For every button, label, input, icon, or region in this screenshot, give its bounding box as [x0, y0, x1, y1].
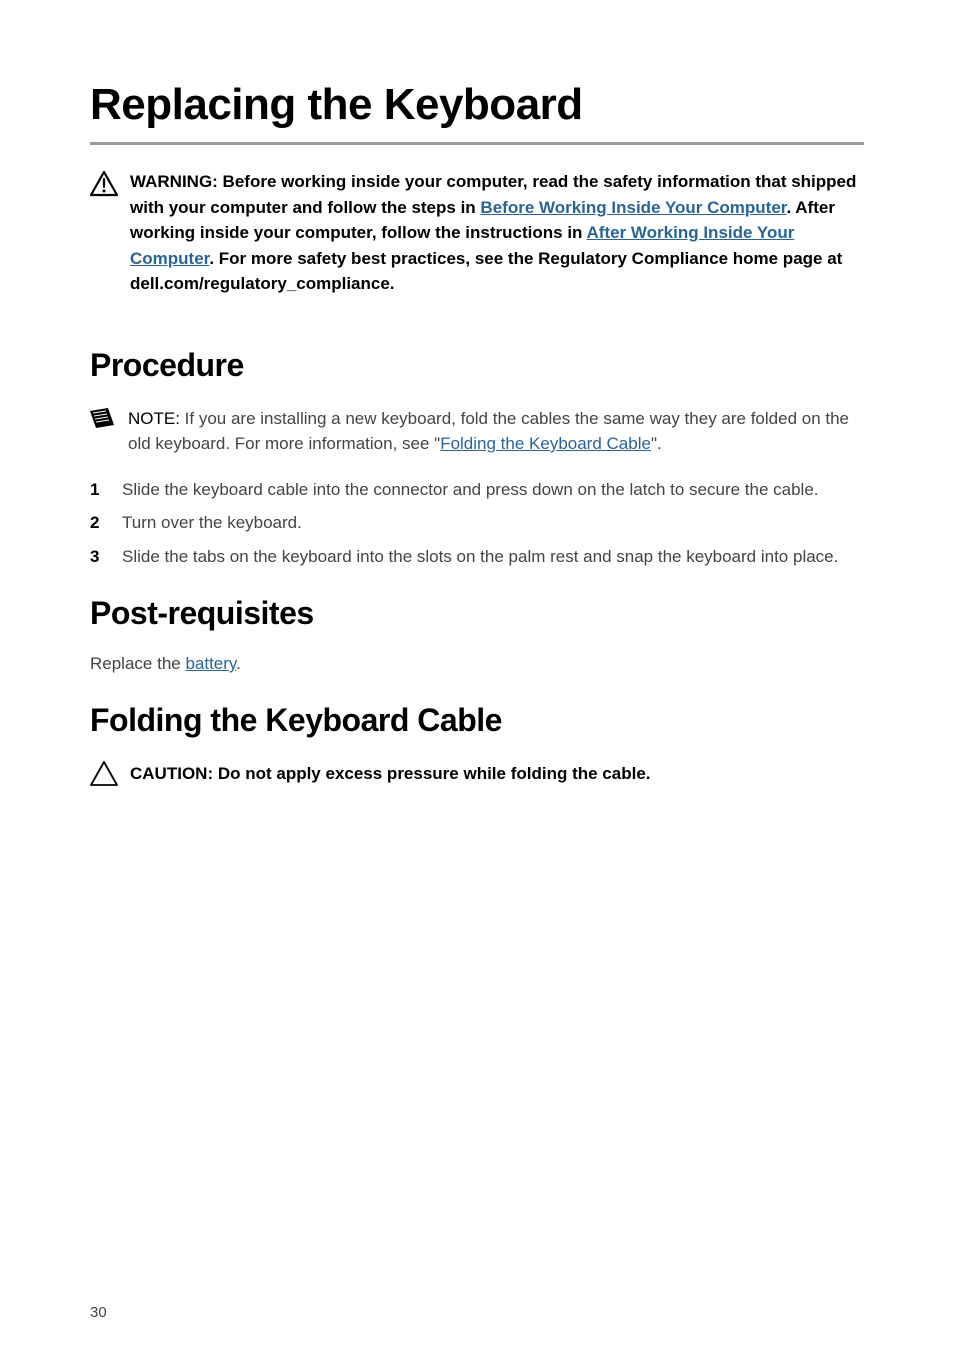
step-item: Slide the tabs on the keyboard into the …: [90, 544, 864, 570]
note-icon: [90, 408, 114, 428]
folding-heading: Folding the Keyboard Cable: [90, 702, 864, 739]
step-text: Slide the keyboard cable into the connec…: [122, 477, 819, 503]
procedure-heading: Procedure: [90, 347, 864, 384]
warning-text: WARNING: Before working inside your comp…: [130, 169, 864, 297]
page-number: 30: [90, 1304, 107, 1321]
caution-block: CAUTION: Do not apply excess pressure wh…: [90, 761, 864, 787]
note-text-2: ".: [651, 434, 662, 453]
step-text: Turn over the keyboard.: [122, 510, 302, 536]
step-item: Turn over the keyboard.: [90, 510, 864, 536]
warning-block: WARNING: Before working inside your comp…: [90, 169, 864, 297]
page-title: Replacing the Keyboard: [90, 80, 864, 145]
step-item: Slide the keyboard cable into the connec…: [90, 477, 864, 503]
postreq-text: Replace the battery.: [90, 654, 864, 674]
postreq-prefix: Replace the: [90, 654, 185, 673]
note-label: NOTE:: [128, 409, 185, 428]
link-folding-cable[interactable]: Folding the Keyboard Cable: [440, 434, 651, 453]
link-battery[interactable]: battery: [185, 654, 236, 673]
postreq-heading: Post-requisites: [90, 595, 864, 632]
procedure-steps: Slide the keyboard cable into the connec…: [90, 477, 864, 570]
caution-text: CAUTION: Do not apply excess pressure wh…: [130, 761, 651, 787]
caution-icon: [90, 761, 118, 787]
postreq-suffix: .: [236, 654, 241, 673]
warning-suffix: . For more safety best practices, see th…: [130, 249, 842, 294]
warning-icon: [90, 171, 118, 197]
note-text: NOTE: If you are installing a new keyboa…: [128, 406, 864, 457]
note-block: NOTE: If you are installing a new keyboa…: [90, 406, 864, 457]
link-before-working[interactable]: Before Working Inside Your Computer: [480, 198, 786, 217]
step-text: Slide the tabs on the keyboard into the …: [122, 544, 838, 570]
